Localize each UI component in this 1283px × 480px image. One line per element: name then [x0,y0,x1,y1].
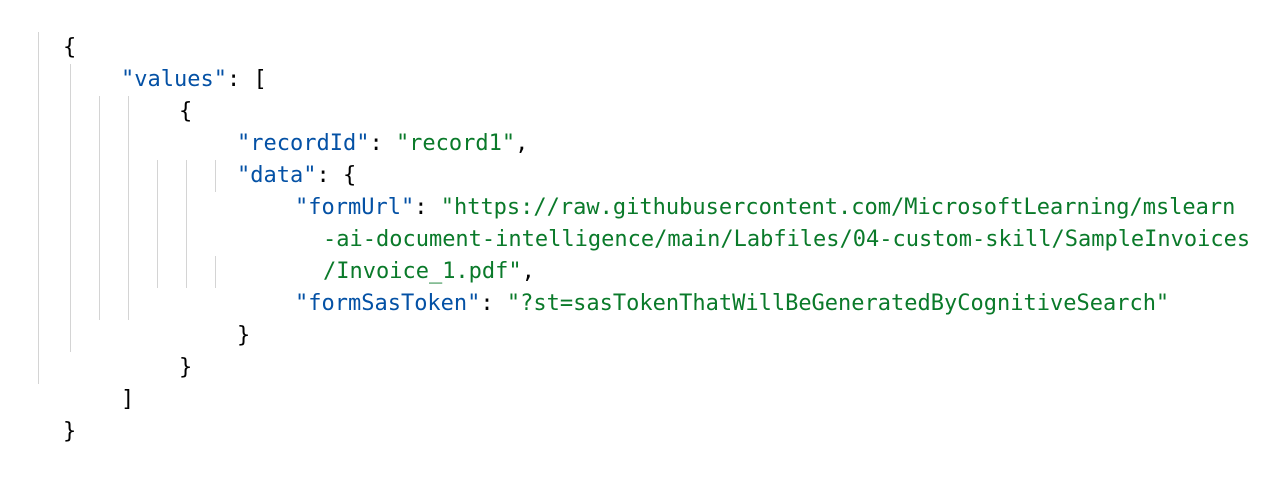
json-code-block: { "values": [ { "recordId": "record1", "… [0,0,1283,444]
code-line-7: -ai-document-intelligence/main/Labfiles/… [270,192,1250,252]
recordId-value: "record1" [395,131,516,156]
indent-guide-level-5 [157,160,158,288]
code-line-12: ] [68,352,134,412]
formSasToken-key: "formSasToken" [294,291,481,316]
values-close-bracket: ] [120,387,135,412]
data-close-brace: } [236,323,251,348]
code-line-8: /Invoice_1.pdf", [270,224,535,284]
code-line-1: { [10,0,76,60]
code-line-3: { [126,64,192,124]
recordId-separator: : [369,131,396,156]
formSasToken-value: "?st=sasTokenThatWillBeGeneratedByCognit… [506,291,1170,316]
code-line-6: "formUrl": "https://raw.githubuserconten… [242,160,1235,220]
indent-guide-level-7b [215,256,216,288]
indent-guide-level-3 [99,96,100,320]
root-close-brace: } [62,419,77,444]
recordId-comma: , [515,131,529,156]
code-line-2: "values": [ [68,32,267,92]
record-close-brace: } [178,355,193,380]
code-line-13: } [10,384,76,444]
code-line-5: "data": { [184,128,356,188]
values-separator: : [ [226,67,267,92]
code-line-4: "recordId": "record1", [184,96,528,156]
indent-guide-level-1 [38,32,39,384]
code-line-10: } [184,288,250,348]
formSasToken-separator: : [480,291,507,316]
code-line-9: "formSasToken": "?st=sasTokenThatWillBeG… [242,256,1169,316]
code-line-11: } [126,320,192,380]
